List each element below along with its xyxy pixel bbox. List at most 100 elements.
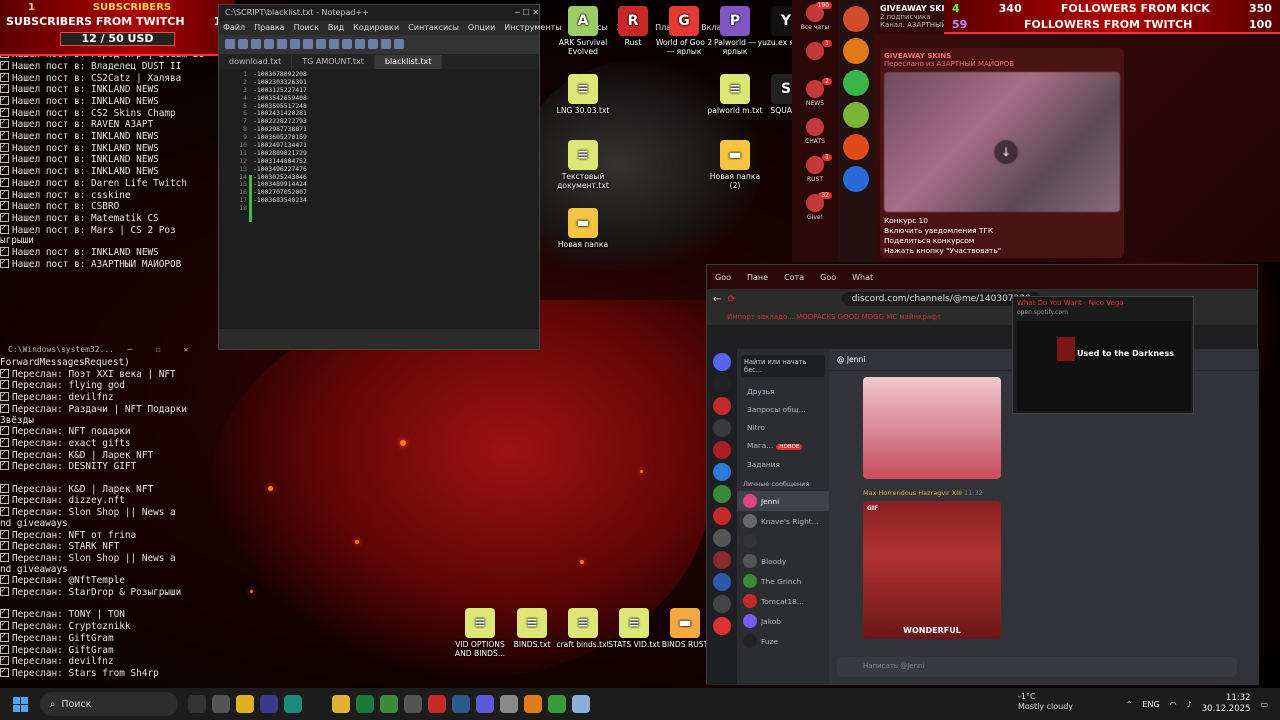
chevron-up-icon[interactable]: ⌃	[1126, 700, 1133, 709]
dm-nav-item[interactable]: Запросы общ...	[737, 401, 829, 419]
cut-icon[interactable]	[303, 39, 313, 49]
notepad-tabbar[interactable]: download.txt TG AMOUNT.txt blacklist.txt	[219, 55, 539, 69]
open-file-icon[interactable]	[238, 39, 248, 49]
firefox-icon[interactable]	[524, 695, 542, 713]
menu-item[interactable]: Кодировки	[353, 21, 399, 35]
desktop-icon[interactable]: ≡ LNG 30.03.txt	[553, 74, 613, 115]
reload-icon[interactable]: ⟳	[727, 294, 735, 305]
taskbar-search[interactable]: ⌕ Поиск	[40, 692, 178, 716]
chat-avatar[interactable]	[843, 166, 869, 192]
dm-item[interactable]: Jakob	[737, 611, 829, 631]
discord-home-icon[interactable]	[713, 353, 731, 371]
folder-item[interactable]: 1 RUST	[792, 152, 838, 190]
minecraft-icon[interactable]	[380, 695, 398, 713]
notepad-titlebar[interactable]: C:\SCRIPT\blacklist.txt - Notepad++ ─ ☐ …	[219, 5, 539, 21]
terminal-icon[interactable]	[188, 695, 206, 713]
save-all-icon[interactable]	[264, 39, 274, 49]
app-icon[interactable]	[260, 695, 278, 713]
redo-icon[interactable]	[355, 39, 365, 49]
server-list[interactable]	[707, 349, 737, 685]
menu-item[interactable]: Опции	[468, 21, 495, 35]
menu-item[interactable]: Файл	[223, 21, 245, 35]
dm-item[interactable]: The Grinch	[737, 571, 829, 591]
gif-message[interactable]: GIF WONDERFUL	[863, 501, 1001, 639]
dm-item[interactable]: Knave's Right...	[737, 511, 829, 531]
telegram-folder-sidebar[interactable]: 190 Все чаты 1 2 NEWS CHATS 1 RUST 32 Give!	[792, 0, 838, 262]
window-controls[interactable]: ─ ☐ ✕	[116, 342, 200, 358]
menu-item[interactable]: Поиск	[294, 21, 319, 35]
code-line[interactable]: -1003683540234	[253, 196, 307, 205]
forwarded-message[interactable]: GIVEAWAY SKINS Переслано из АЗАРТНЫЙ МАЙ…	[880, 48, 1124, 258]
folder-item[interactable]: 1	[792, 38, 838, 76]
copy-icon[interactable]	[316, 39, 326, 49]
download-icon[interactable]: ↓	[994, 140, 1018, 164]
cmd-titlebar[interactable]: C:\Windows\system32... ─ ☐ ✕	[0, 342, 200, 358]
browser-tabbar[interactable]: Goo Пане Сота Goo What	[707, 265, 1257, 289]
tab-hover-preview[interactable]: What Do You Want - Nico Vega open.spotif…	[1012, 296, 1194, 414]
app-icon[interactable]	[212, 695, 230, 713]
dm-nav-item[interactable]: Задания	[737, 456, 829, 474]
folder-icon[interactable]	[332, 695, 350, 713]
print-icon[interactable]	[290, 39, 300, 49]
app-icon[interactable]	[476, 695, 494, 713]
browser-tab[interactable]: Goo	[707, 273, 739, 282]
app-icon[interactable]	[284, 695, 302, 713]
zoom-in-icon[interactable]	[381, 39, 391, 49]
message-image[interactable]: ↓	[884, 72, 1120, 212]
notepad-menubar[interactable]: Файл Правка Поиск Вид Кодировки Синтаксисы Опц…	[219, 21, 750, 35]
menu-item[interactable]: Правка	[254, 21, 284, 35]
zoom-out-icon[interactable]	[394, 39, 404, 49]
notepad-icon[interactable]	[548, 695, 566, 713]
telegram-chat-list[interactable]	[838, 0, 874, 262]
dm-item[interactable]: Bloody	[737, 551, 829, 571]
folder-item[interactable]: 32 Give!	[792, 190, 838, 228]
folder-item[interactable]: CHATS	[792, 114, 838, 152]
browser-tab[interactable]: Сота	[776, 273, 812, 282]
app-icon[interactable]	[428, 695, 446, 713]
code-line[interactable]	[253, 205, 307, 213]
chat-avatar[interactable]	[843, 70, 869, 96]
folder-item[interactable]: 2 NEWS	[792, 76, 838, 114]
message-input[interactable]: Написать @Jenni	[837, 657, 1237, 677]
chat-avatar[interactable]	[843, 6, 869, 32]
gif-message[interactable]	[863, 377, 1001, 479]
chat-avatar[interactable]	[843, 38, 869, 64]
save-icon[interactable]	[251, 39, 261, 49]
dm-sidebar[interactable]: Найти или начать бес... Друзья Запросы об…	[737, 349, 829, 685]
excel-icon[interactable]	[356, 695, 374, 713]
bookmarks[interactable]: Импорт закладо... MODPACKS GOOD MDGG MC …	[727, 313, 941, 321]
desktop-icon[interactable]: ▬ Новая папка (2)	[705, 140, 765, 190]
app-icon[interactable]	[500, 695, 518, 713]
chrome-icon[interactable]	[236, 695, 254, 713]
menu-item[interactable]: Синтаксисы	[408, 21, 459, 35]
window-controls[interactable]: ─ ☐ ✕	[515, 5, 539, 21]
message-author[interactable]: Max Horrendous Hazragvir XIII 11:32	[863, 489, 983, 497]
forwarded-from[interactable]: Переслано из АЗАРТНЫЙ МАЙОРОВ	[884, 60, 1120, 68]
notepad-editor[interactable]: 1 2 3 4 5 6 7 8 9 10 11 12 13 14 15 16 17 18 -10030780922…	[219, 69, 539, 329]
weather-widget[interactable]: -1°C Mostly cloudy	[1018, 692, 1073, 712]
language-indicator[interactable]: ENG	[1142, 700, 1159, 709]
notepad-toolbar[interactable]	[219, 35, 539, 55]
dm-nav-item[interactable]: Друзья	[737, 383, 829, 401]
dm-search[interactable]: Найти или начать бес...	[741, 355, 825, 377]
dm-item[interactable]: Fuze	[737, 631, 829, 651]
notification-icon[interactable]: ▭	[1260, 700, 1268, 709]
dm-nav-item[interactable]: Мага... НОВОЕ	[737, 437, 829, 456]
url-field[interactable]: discord.com/channels/@me/140307239	[841, 292, 1041, 306]
start-button[interactable]	[0, 696, 40, 712]
wifi-icon[interactable]: ◠	[1170, 700, 1177, 709]
desktop-icon[interactable]: ≡ Текстовый документ.txt	[553, 140, 613, 190]
undo-icon[interactable]	[342, 39, 352, 49]
back-icon[interactable]: ←	[713, 294, 721, 305]
chat-avatar[interactable]	[843, 134, 869, 160]
find-icon[interactable]	[368, 39, 378, 49]
desktop-icon[interactable]: ▬ Новая папка	[553, 208, 613, 249]
telegram-window[interactable]: 190 Все чаты 1 2 NEWS CHATS 1 RUST 32 Give! GIVEA…	[792, 0, 1280, 262]
chat-avatar[interactable]	[843, 102, 869, 128]
menu-item[interactable]: Вид	[328, 21, 344, 35]
app-icon[interactable]	[404, 695, 422, 713]
dm-item[interactable]	[737, 531, 829, 551]
system-tray[interactable]: ⌃ ENG ◠ ♪ 11:32 30.12.2025 ▭	[1126, 688, 1280, 720]
dm-nav-item[interactable]: Nitro	[737, 419, 829, 437]
volume-icon[interactable]: ♪	[1187, 700, 1192, 709]
